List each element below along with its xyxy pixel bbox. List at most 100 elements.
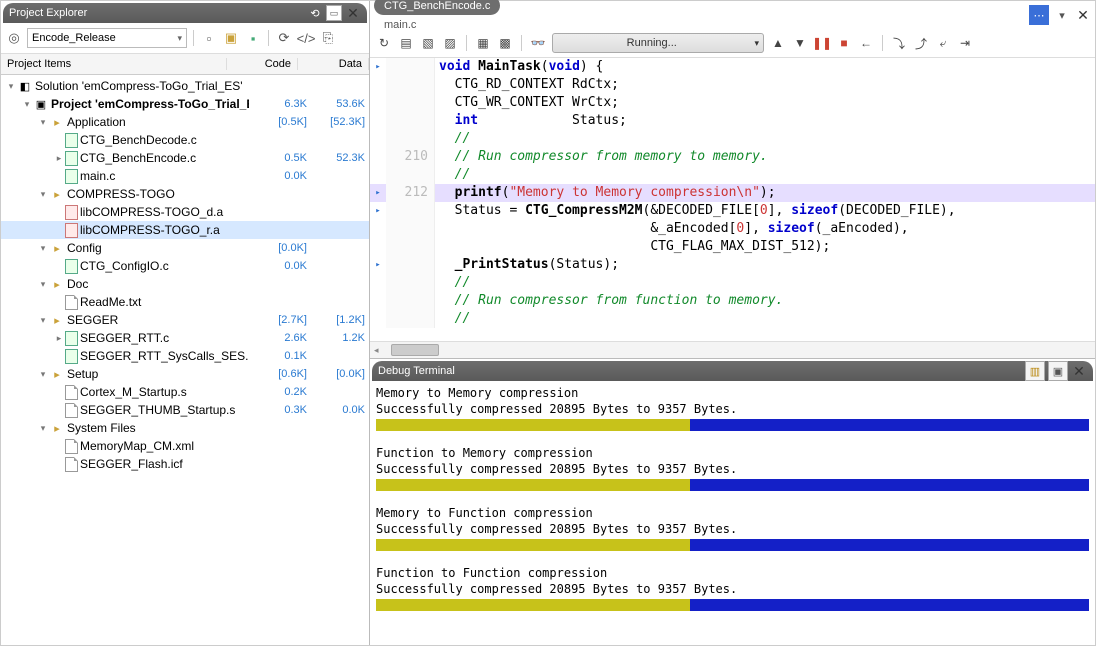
breakpoint-gutter[interactable] [370, 130, 386, 148]
col-items[interactable]: Project Items [1, 58, 227, 70]
code-line[interactable]: CTG_WR_CONTEXT WrCtx; [370, 94, 1095, 112]
editor-hscrollbar[interactable]: ◂ [370, 341, 1095, 358]
sync-icon[interactable]: ⟲ [307, 5, 323, 21]
code-line[interactable]: // [370, 310, 1095, 328]
code-line[interactable]: // Run compressor from function to memor… [370, 292, 1095, 310]
tree-row[interactable]: ▾▸Config[0.0K] [1, 239, 369, 257]
breakpoint-gutter[interactable]: ▸ [370, 58, 386, 76]
code-editor[interactable]: ▸void MainTask(void) { CTG_RD_CONTEXT Rd… [370, 58, 1095, 341]
twisty-icon[interactable]: ▾ [37, 243, 49, 254]
breakpoint-gutter[interactable] [370, 148, 386, 166]
terminal-opt1-icon[interactable]: ▥ [1025, 361, 1045, 381]
breakpoint-gutter[interactable] [370, 220, 386, 238]
twisty-icon[interactable]: ▸ [53, 153, 65, 164]
breakpoint-gutter[interactable] [370, 274, 386, 292]
config-combo[interactable]: Encode_Release ▾ [27, 28, 187, 48]
code-line[interactable]: ▸212 printf("Memory to Memory compressio… [370, 184, 1095, 202]
target-icon[interactable]: ◎ [5, 29, 23, 47]
code-line[interactable]: CTG_RD_CONTEXT RdCtx; [370, 76, 1095, 94]
twisty-icon[interactable]: ▾ [37, 423, 49, 434]
breakpoint-gutter[interactable] [370, 238, 386, 256]
tree-row[interactable]: ▾▸Doc [1, 275, 369, 293]
chart1-icon[interactable]: ▧ [420, 35, 436, 51]
breakpoint-gutter[interactable] [370, 292, 386, 310]
close-tab-icon[interactable]: ✕ [1075, 7, 1091, 23]
tree-row[interactable]: ReadMe.txt [1, 293, 369, 311]
terminal-opt2-icon[interactable]: ▣ [1048, 361, 1068, 381]
pause-icon[interactable]: ❚❚ [814, 35, 830, 51]
tree-row[interactable]: ▸CTG_BenchEncode.c0.5K52.3K [1, 149, 369, 167]
refresh-icon[interactable]: ⟳ [275, 29, 293, 47]
code-line[interactable]: ▸void MainTask(void) { [370, 58, 1095, 76]
breakpoint-gutter[interactable] [370, 310, 386, 328]
twisty-icon[interactable]: ▾ [37, 315, 49, 326]
open-folder-icon[interactable]: ▣ [222, 29, 240, 47]
new-file-icon[interactable]: ▫ [200, 29, 218, 47]
twisty-icon[interactable]: ▾ [37, 369, 49, 380]
tree-row[interactable]: CTG_ConfigIO.c0.0K [1, 257, 369, 275]
tree-row[interactable]: ▾▣Project 'emCompress-ToGo_Trial_ES'6.3K… [1, 95, 369, 113]
breakpoint-gutter[interactable] [370, 94, 386, 112]
code-line[interactable]: ▸ Status = CTG_CompressM2M(&DECODED_FILE… [370, 202, 1095, 220]
breakpoint-gutter[interactable]: ▸ [370, 184, 386, 202]
tree-row[interactable]: main.c0.0K [1, 167, 369, 185]
tree-row[interactable]: ▸SEGGER_RTT.c2.6K1.2K [1, 329, 369, 347]
code-line[interactable]: int Status; [370, 112, 1095, 130]
run-to-icon[interactable]: ⇥ [957, 35, 973, 51]
tree-row[interactable]: MemoryMap_CM.xml [1, 437, 369, 455]
tree-row[interactable]: ▾◧Solution 'emCompress-ToGo_Trial_ES' [1, 77, 369, 95]
close-terminal-icon[interactable]: ✕ [1071, 363, 1087, 379]
code-line[interactable]: // [370, 130, 1095, 148]
tab-menu-icon[interactable]: ▾ [1054, 7, 1070, 23]
save-icon[interactable]: ▪ [244, 29, 262, 47]
tree-row[interactable]: SEGGER_Flash.icf [1, 455, 369, 473]
code-line[interactable]: CTG_FLAG_MAX_DIST_512); [370, 238, 1095, 256]
col-data[interactable]: Data [298, 58, 369, 70]
project-tree[interactable]: ▾◧Solution 'emCompress-ToGo_Trial_ES'▾▣P… [1, 75, 369, 645]
tree-row[interactable]: ▾▸COMPRESS-TOGO [1, 185, 369, 203]
chart2-icon[interactable]: ▨ [442, 35, 458, 51]
editor-tab[interactable]: CTG_BenchEncode.c [374, 0, 500, 15]
glasses-icon[interactable]: 👓 [530, 35, 546, 51]
step-down-icon[interactable]: ▼ [792, 35, 808, 51]
breakpoint-gutter[interactable]: ▸ [370, 256, 386, 274]
breakpoint-gutter[interactable] [370, 166, 386, 184]
link-icon[interactable]: ⋯ [1029, 5, 1049, 25]
twisty-icon[interactable]: ▾ [21, 99, 33, 110]
code-line[interactable]: // [370, 166, 1095, 184]
tree-row[interactable]: Cortex_M_Startup.s0.2K [1, 383, 369, 401]
twisty-icon[interactable]: ▾ [5, 81, 17, 92]
tree-row[interactable]: ▾▸System Files [1, 419, 369, 437]
tree-row[interactable]: libCOMPRESS-TOGO_r.a [1, 221, 369, 239]
twisty-icon[interactable]: ▾ [37, 117, 49, 128]
scrollbar-thumb[interactable] [391, 344, 439, 356]
breakpoint-gutter[interactable] [370, 76, 386, 94]
build-icon[interactable]: ▤ [398, 35, 414, 51]
tree-row[interactable]: ▾▸Setup[0.6K][0.0K] [1, 365, 369, 383]
code-icon[interactable]: </> [297, 29, 315, 47]
twisty-icon[interactable]: ▾ [37, 189, 49, 200]
step-over-icon[interactable]: ⤴ [913, 35, 929, 51]
code-line[interactable]: ▸ _PrintStatus(Status); [370, 256, 1095, 274]
mem2-icon[interactable]: ▩ [497, 35, 513, 51]
run-status[interactable]: Running... ▾ [552, 33, 764, 53]
step-into-icon[interactable]: ⤵ [891, 35, 907, 51]
twisty-icon[interactable]: ▾ [37, 279, 49, 290]
code-line[interactable]: 210 // Run compressor from memory to mem… [370, 148, 1095, 166]
col-code[interactable]: Code [227, 58, 298, 70]
tree-row[interactable]: ▾▸Application[0.5K][52.3K] [1, 113, 369, 131]
step-up-icon[interactable]: ▲ [770, 35, 786, 51]
tree-row[interactable]: SEGGER_THUMB_Startup.s0.3K0.0K [1, 401, 369, 419]
breakpoint-gutter[interactable] [370, 112, 386, 130]
code-line[interactable]: &_aEncoded[0], sizeof(_aEncoded), [370, 220, 1095, 238]
restart-icon[interactable]: ↻ [376, 35, 392, 51]
tree-row[interactable]: ▾▸SEGGER[2.7K][1.2K] [1, 311, 369, 329]
close-icon[interactable]: ✕ [345, 5, 361, 21]
debug-terminal-output[interactable]: Memory to Memory compressionSuccessfully… [370, 381, 1095, 645]
code-line[interactable]: // [370, 274, 1095, 292]
twisty-icon[interactable]: ▸ [53, 333, 65, 344]
tree-row[interactable]: libCOMPRESS-TOGO_d.a [1, 203, 369, 221]
mem1-icon[interactable]: ▦ [475, 35, 491, 51]
options-icon[interactable]: ⎘ [319, 29, 337, 47]
window-icon[interactable]: ▭ [326, 5, 342, 21]
